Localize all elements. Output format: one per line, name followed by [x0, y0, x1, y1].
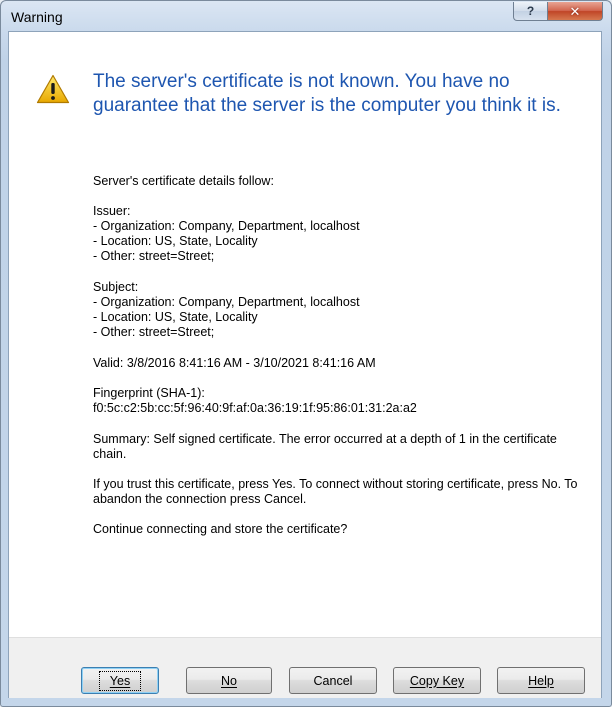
yes-button[interactable]: Yes	[81, 667, 159, 694]
warning-dialog: Warning ? ✕ The server's certificate is …	[0, 0, 612, 707]
help-button[interactable]: Help	[497, 667, 585, 694]
summary-text: Summary: Self signed certificate. The er…	[93, 432, 557, 461]
title-bar[interactable]: Warning ? ✕	[1, 1, 611, 31]
cancel-button-label: Cancel	[313, 673, 353, 688]
issuer-organization: - Organization: Company, Department, loc…	[93, 219, 360, 233]
cancel-button[interactable]: Cancel	[289, 667, 377, 694]
issuer-location: - Location: US, State, Locality	[93, 234, 258, 248]
close-icon: ✕	[569, 3, 581, 19]
copy-key-button-label: Copy Key	[409, 673, 465, 688]
no-button[interactable]: No	[186, 667, 272, 694]
instructions-text: If you trust this certificate, press Yes…	[93, 477, 578, 506]
message-area: The server's certificate is not known. Y…	[9, 32, 601, 637]
fingerprint-label: Fingerprint (SHA-1):	[93, 386, 205, 400]
subject-other: - Other: street=Street;	[93, 325, 215, 339]
dialog-client-area: The server's certificate is not known. Y…	[8, 31, 602, 698]
issuer-label: Issuer:	[93, 204, 131, 218]
subject-organization: - Organization: Company, Department, loc…	[93, 295, 360, 309]
issuer-other: - Other: street=Street;	[93, 249, 215, 263]
question-mark-icon: ?	[526, 4, 535, 18]
warning-icon	[36, 74, 70, 104]
copy-key-button[interactable]: Copy Key	[393, 667, 481, 694]
title-close-button[interactable]: ✕	[547, 2, 603, 21]
button-bar: Yes No Cancel Copy Key Help	[9, 637, 601, 698]
validity-text: Valid: 3/8/2016 8:41:16 AM - 3/10/2021 8…	[93, 356, 376, 370]
help-button-label: Help	[528, 673, 554, 688]
issuer-section: Issuer: - Organization: Company, Departm…	[93, 204, 593, 264]
fingerprint-value: f0:5c:c2:5b:cc:5f:96:40:9f:af:0a:36:19:1…	[93, 401, 417, 415]
no-button-label: No	[221, 673, 237, 688]
question-text: Continue connecting and store the certif…	[93, 522, 348, 536]
certificate-details: Server's certificate details follow: Iss…	[93, 174, 593, 552]
details-intro: Server's certificate details follow:	[93, 174, 274, 188]
subject-location: - Location: US, State, Locality	[93, 310, 258, 324]
subject-section: Subject: - Organization: Company, Depart…	[93, 280, 593, 340]
title-help-button[interactable]: ?	[513, 2, 548, 21]
focus-indicator: Yes	[98, 670, 142, 691]
subject-label: Subject:	[93, 280, 139, 294]
window-title: Warning	[11, 9, 63, 25]
main-instruction: The server's certificate is not known. Y…	[93, 71, 561, 116]
yes-button-label: Yes	[109, 673, 131, 688]
fingerprint-section: Fingerprint (SHA-1): f0:5c:c2:5b:cc:5f:9…	[93, 386, 593, 416]
